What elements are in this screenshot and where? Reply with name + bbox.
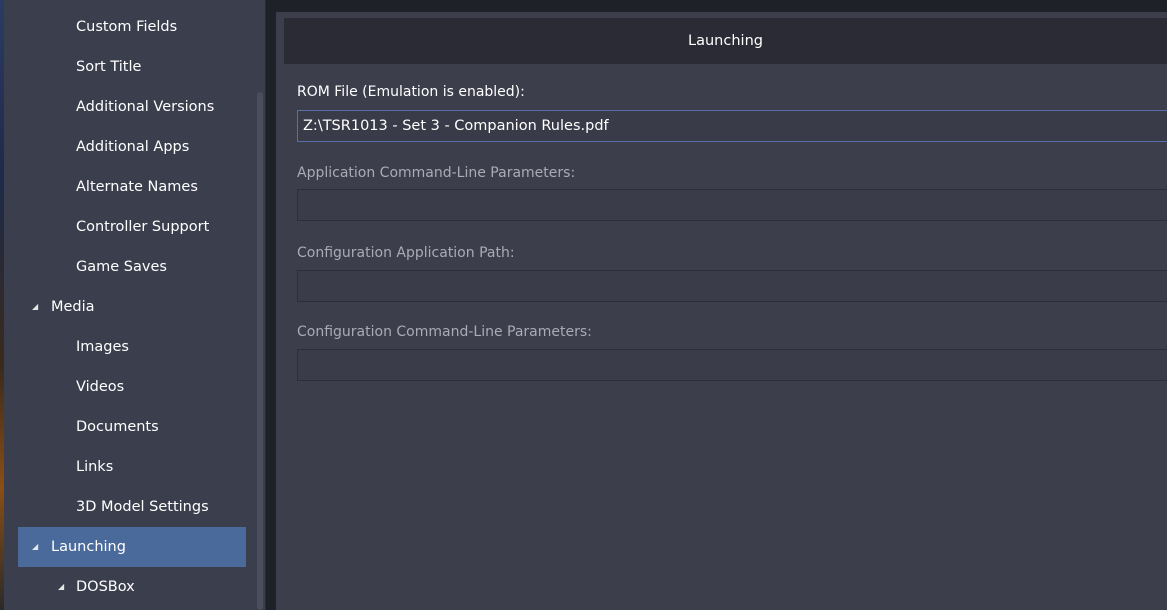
config-path-input[interactable] — [297, 270, 1167, 302]
sidebar-item-additional-apps[interactable]: Additional Apps — [18, 127, 246, 167]
sidebar-item-label: DOSBox — [76, 579, 135, 595]
sidebar-item-label: Sort Title — [76, 59, 142, 75]
sidebar-item-documents[interactable]: Documents — [18, 407, 246, 447]
app-params-input[interactable] — [297, 189, 1167, 221]
config-params-label: Configuration Command-Line Parameters: — [297, 324, 592, 340]
sidebar-item-custom-fields[interactable]: Custom Fields — [18, 7, 246, 47]
sidebar-item-3d-model-settings[interactable]: 3D Model Settings — [18, 487, 246, 527]
sidebar-item-media[interactable]: ◢ Media — [18, 287, 246, 327]
sidebar-scrollbar[interactable] — [257, 92, 263, 610]
sidebar-item-label: Images — [76, 339, 129, 355]
sidebar-tree: Custom Fields Sort Title Additional Versio… — [18, 7, 246, 607]
sidebar-item-label: 3D Model Settings — [76, 499, 209, 515]
sidebar-item-label: Controller Support — [76, 219, 210, 235]
sidebar-item-label: Documents — [76, 419, 159, 435]
expand-triangle-icon[interactable]: ◢ — [32, 527, 38, 567]
expand-triangle-icon[interactable]: ◢ — [58, 567, 64, 607]
sidebar: Custom Fields Sort Title Additional Versio… — [4, 0, 266, 610]
rom-file-label: ROM File (Emulation is enabled): — [297, 84, 525, 100]
sidebar-item-label: Game Saves — [76, 259, 167, 275]
sidebar-item-label: Media — [51, 299, 95, 315]
sidebar-item-label: Alternate Names — [76, 179, 198, 195]
sidebar-item-images[interactable]: Images — [18, 327, 246, 367]
sidebar-item-label: Additional Apps — [76, 139, 190, 155]
sidebar-item-launching[interactable]: ◢ Launching — [18, 527, 246, 567]
sidebar-item-dosbox[interactable]: ◢ DOSBox — [18, 567, 246, 607]
sidebar-item-additional-versions[interactable]: Additional Versions — [18, 87, 246, 127]
sidebar-item-label: Links — [76, 459, 114, 475]
page-title: Launching — [284, 18, 1167, 64]
sidebar-item-label: Videos — [76, 379, 125, 395]
app-params-label: Application Command-Line Parameters: — [297, 165, 576, 181]
sidebar-item-alternate-names[interactable]: Alternate Names — [18, 167, 246, 207]
rom-file-input[interactable] — [297, 110, 1167, 142]
sidebar-item-label: Custom Fields — [76, 19, 178, 35]
expand-triangle-icon[interactable]: ◢ — [32, 287, 38, 327]
sidebar-item-label: Launching — [51, 539, 126, 555]
sidebar-item-controller-support[interactable]: Controller Support — [18, 207, 246, 247]
sidebar-item-videos[interactable]: Videos — [18, 367, 246, 407]
main-panel: Launching ROM File (Emulation is enabled… — [276, 12, 1167, 610]
sidebar-item-game-saves[interactable]: Game Saves — [18, 247, 246, 287]
config-params-input[interactable] — [297, 349, 1167, 381]
sidebar-item-sort-title[interactable]: Sort Title — [18, 47, 246, 87]
sidebar-item-links[interactable]: Links — [18, 447, 246, 487]
config-path-label: Configuration Application Path: — [297, 245, 515, 261]
sidebar-item-label: Additional Versions — [76, 99, 215, 115]
